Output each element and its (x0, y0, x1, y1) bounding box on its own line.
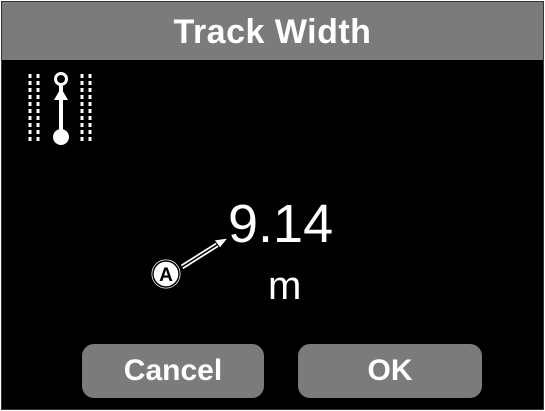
track-width-icon (28, 72, 92, 145)
track-width-screen: Track Width 9.14 m A Cancel OK (1, 1, 544, 410)
cancel-button[interactable]: Cancel (82, 344, 264, 398)
ok-button[interactable]: OK (298, 344, 482, 398)
title-bar: Track Width (2, 2, 543, 60)
track-width-value: 9.14 (228, 194, 334, 254)
callout-label: A (159, 265, 173, 286)
callout-arrow-icon: A (148, 237, 230, 292)
track-width-unit: m (268, 264, 302, 308)
page-title: Track Width (173, 12, 372, 51)
